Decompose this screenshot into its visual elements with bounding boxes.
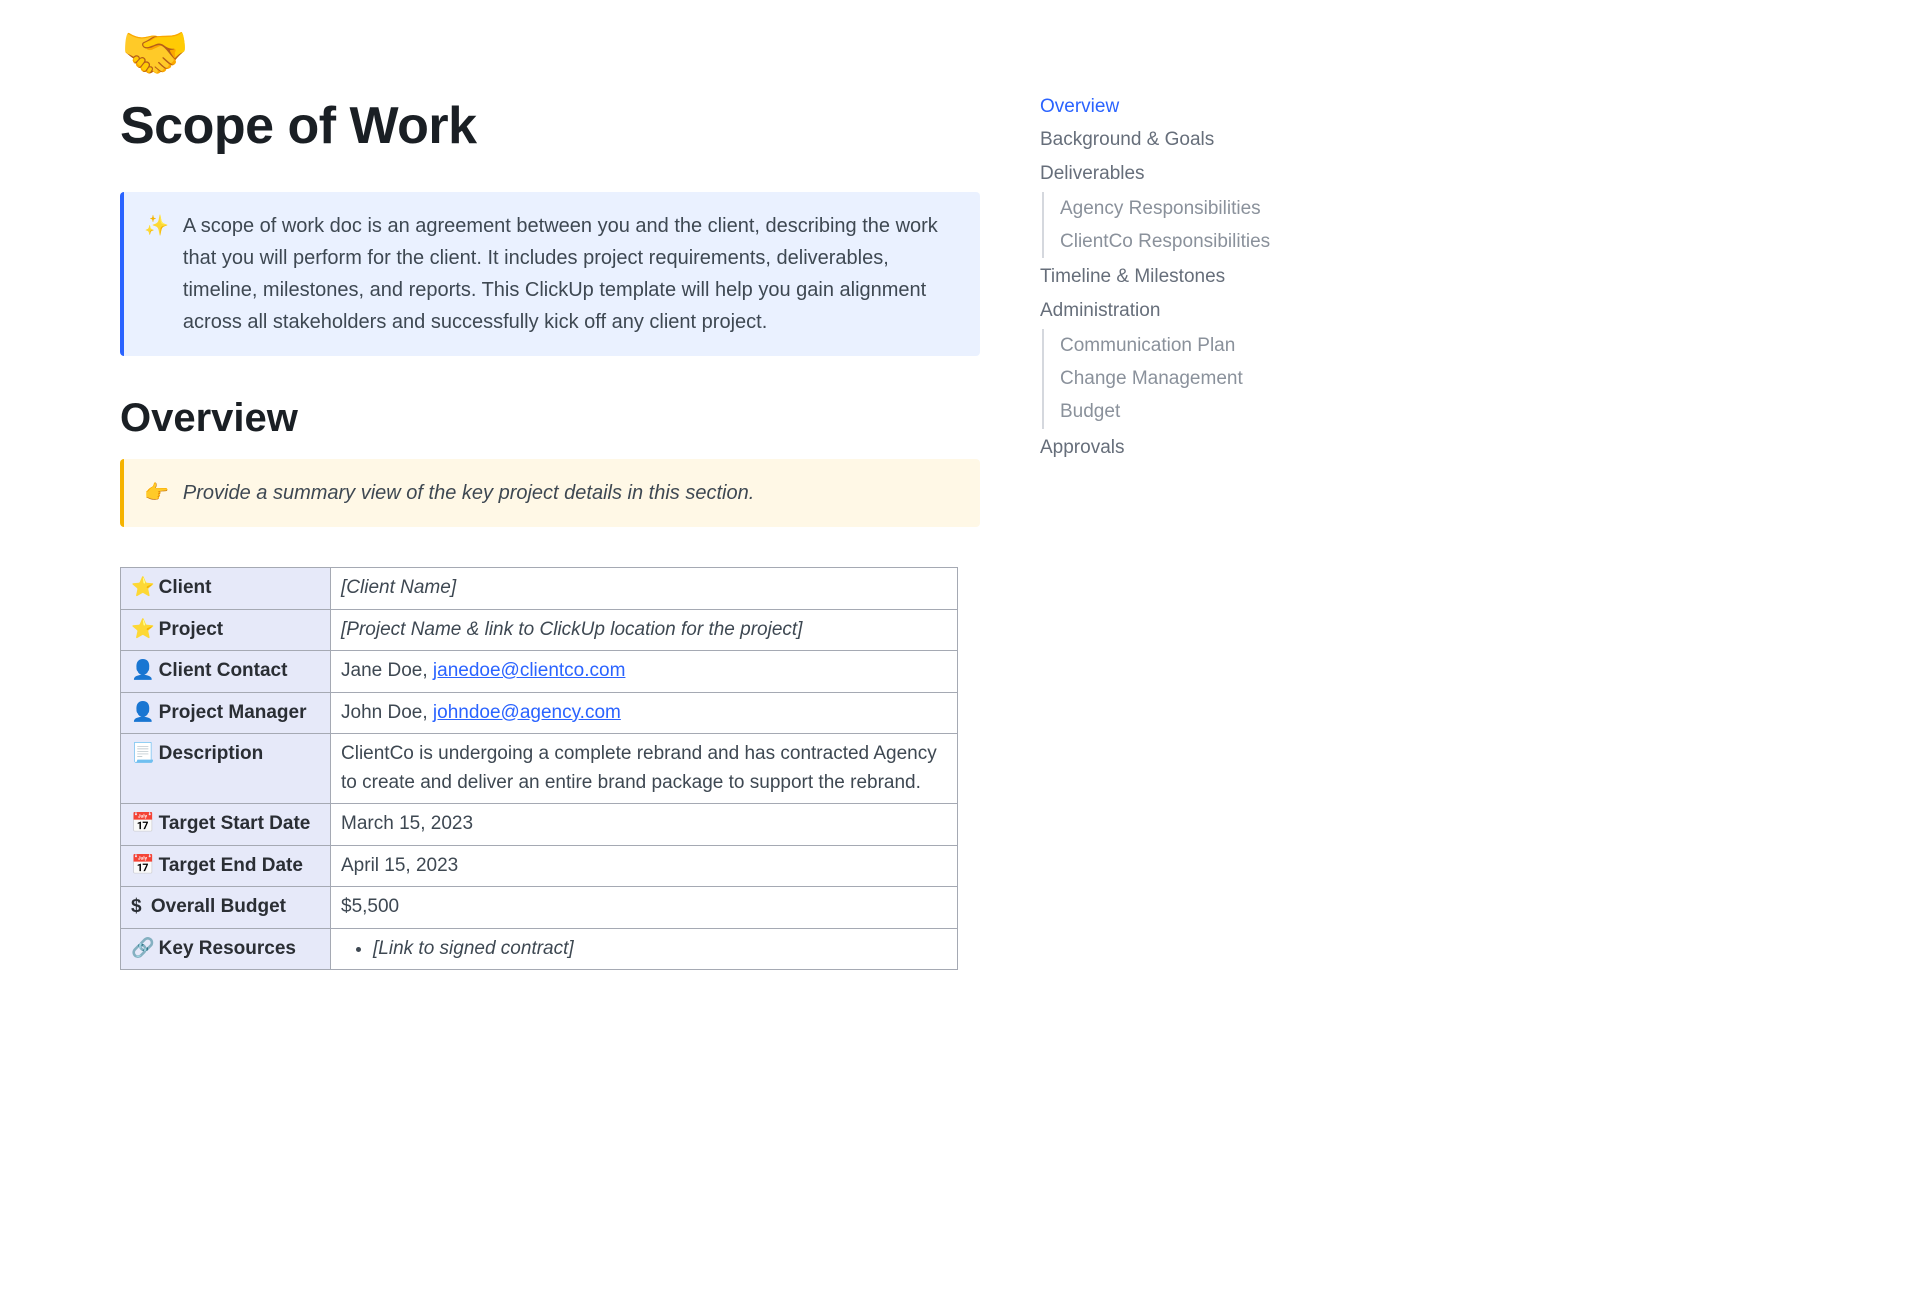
table-row: 📅Target End Date April 15, 2023 bbox=[121, 845, 958, 887]
contact-name: Jane Doe, bbox=[341, 660, 433, 681]
table-row: 👤Project Manager John Doe, johndoe@agenc… bbox=[121, 692, 958, 734]
page-title: Scope of Work bbox=[120, 96, 980, 156]
row-label-client: ⭐Client bbox=[121, 568, 331, 610]
label-text: Key Resources bbox=[159, 938, 296, 959]
overview-heading: Overview bbox=[120, 396, 980, 441]
resource-link-item[interactable]: [Link to signed contract] bbox=[373, 935, 947, 964]
table-row: 🔗Key Resources [Link to signed contract] bbox=[121, 928, 958, 970]
contact-name: John Doe, bbox=[341, 702, 433, 723]
star-icon: ⭐ bbox=[131, 619, 155, 640]
row-label-resources: 🔗Key Resources bbox=[121, 928, 331, 970]
row-value-project-manager[interactable]: John Doe, johndoe@agency.com bbox=[331, 692, 958, 734]
table-row: ⭐Client [Client Name] bbox=[121, 568, 958, 610]
label-text: Project Manager bbox=[159, 702, 307, 723]
intro-callout-text: A scope of work doc is an agreement betw… bbox=[183, 210, 956, 338]
person-icon: 👤 bbox=[131, 660, 155, 681]
link-icon: 🔗 bbox=[131, 938, 155, 959]
row-value-start-date[interactable]: March 15, 2023 bbox=[331, 804, 958, 846]
table-of-contents: Overview Background & Goals Deliverables… bbox=[1040, 20, 1270, 970]
overview-hint-text: Provide a summary view of the key projec… bbox=[183, 477, 754, 509]
page-icon: 📃 bbox=[131, 743, 155, 764]
label-text: Client bbox=[159, 577, 212, 598]
row-value-project[interactable]: [Project Name & link to ClickUp location… bbox=[331, 609, 958, 651]
dollar-icon: $ bbox=[131, 896, 142, 917]
toc-item-clientco-resp[interactable]: ClientCo Responsibilities bbox=[1060, 225, 1270, 258]
row-value-description[interactable]: ClientCo is undergoing a complete rebran… bbox=[331, 734, 958, 804]
row-label-project: ⭐Project bbox=[121, 609, 331, 651]
page-emoji-icon: 🤝 bbox=[120, 20, 980, 86]
row-value-end-date[interactable]: April 15, 2023 bbox=[331, 845, 958, 887]
contact-email-link[interactable]: johndoe@agency.com bbox=[433, 702, 621, 723]
pointing-right-icon: 👉 bbox=[144, 477, 169, 509]
table-row: ⭐Project [Project Name & link to ClickUp… bbox=[121, 609, 958, 651]
star-icon: ⭐ bbox=[131, 577, 155, 598]
toc-item-background[interactable]: Background & Goals bbox=[1040, 123, 1270, 156]
row-label-budget: $ Overall Budget bbox=[121, 887, 331, 929]
calendar-icon: 📅 bbox=[131, 855, 155, 876]
sparkles-icon: ✨ bbox=[144, 210, 169, 338]
toc-item-administration[interactable]: Administration bbox=[1040, 294, 1270, 327]
row-label-end-date: 📅Target End Date bbox=[121, 845, 331, 887]
label-text: Description bbox=[159, 743, 264, 764]
toc-sub-deliverables: Agency Responsibilities ClientCo Respons… bbox=[1042, 192, 1270, 259]
row-value-resources[interactable]: [Link to signed contract] bbox=[331, 928, 958, 970]
row-value-client[interactable]: [Client Name] bbox=[331, 568, 958, 610]
row-label-description: 📃Description bbox=[121, 734, 331, 804]
row-value-budget[interactable]: $5,500 bbox=[331, 887, 958, 929]
row-label-client-contact: 👤Client Contact bbox=[121, 651, 331, 693]
intro-callout: ✨ A scope of work doc is an agreement be… bbox=[120, 192, 980, 356]
person-icon: 👤 bbox=[131, 702, 155, 723]
label-text: Project bbox=[159, 619, 223, 640]
row-label-project-manager: 👤Project Manager bbox=[121, 692, 331, 734]
toc-item-change-mgmt[interactable]: Change Management bbox=[1060, 362, 1270, 395]
label-text: Target End Date bbox=[159, 855, 303, 876]
table-row: 📅Target Start Date March 15, 2023 bbox=[121, 804, 958, 846]
label-text: Overall Budget bbox=[151, 896, 286, 917]
calendar-icon: 📅 bbox=[131, 813, 155, 834]
overview-hint-callout: 👉 Provide a summary view of the key proj… bbox=[120, 459, 980, 527]
overview-table: ⭐Client [Client Name] ⭐Project [Project … bbox=[120, 567, 958, 970]
row-label-start-date: 📅Target Start Date bbox=[121, 804, 331, 846]
toc-item-timeline[interactable]: Timeline & Milestones bbox=[1040, 260, 1270, 293]
table-row: 📃Description ClientCo is undergoing a co… bbox=[121, 734, 958, 804]
document-main: 🤝 Scope of Work ✨ A scope of work doc is… bbox=[120, 20, 980, 970]
label-text: Target Start Date bbox=[159, 813, 311, 834]
toc-item-overview[interactable]: Overview bbox=[1040, 90, 1270, 123]
toc-item-comm-plan[interactable]: Communication Plan bbox=[1060, 329, 1270, 362]
contact-email-link[interactable]: janedoe@clientco.com bbox=[433, 660, 626, 681]
toc-item-agency-resp[interactable]: Agency Responsibilities bbox=[1060, 192, 1270, 225]
toc-item-budget[interactable]: Budget bbox=[1060, 395, 1270, 428]
toc-item-deliverables[interactable]: Deliverables bbox=[1040, 157, 1270, 190]
row-value-client-contact[interactable]: Jane Doe, janedoe@clientco.com bbox=[331, 651, 958, 693]
toc-item-approvals[interactable]: Approvals bbox=[1040, 431, 1270, 464]
toc-sub-administration: Communication Plan Change Management Bud… bbox=[1042, 329, 1270, 429]
table-row: 👤Client Contact Jane Doe, janedoe@client… bbox=[121, 651, 958, 693]
label-text: Client Contact bbox=[159, 660, 288, 681]
table-row: $ Overall Budget $5,500 bbox=[121, 887, 958, 929]
